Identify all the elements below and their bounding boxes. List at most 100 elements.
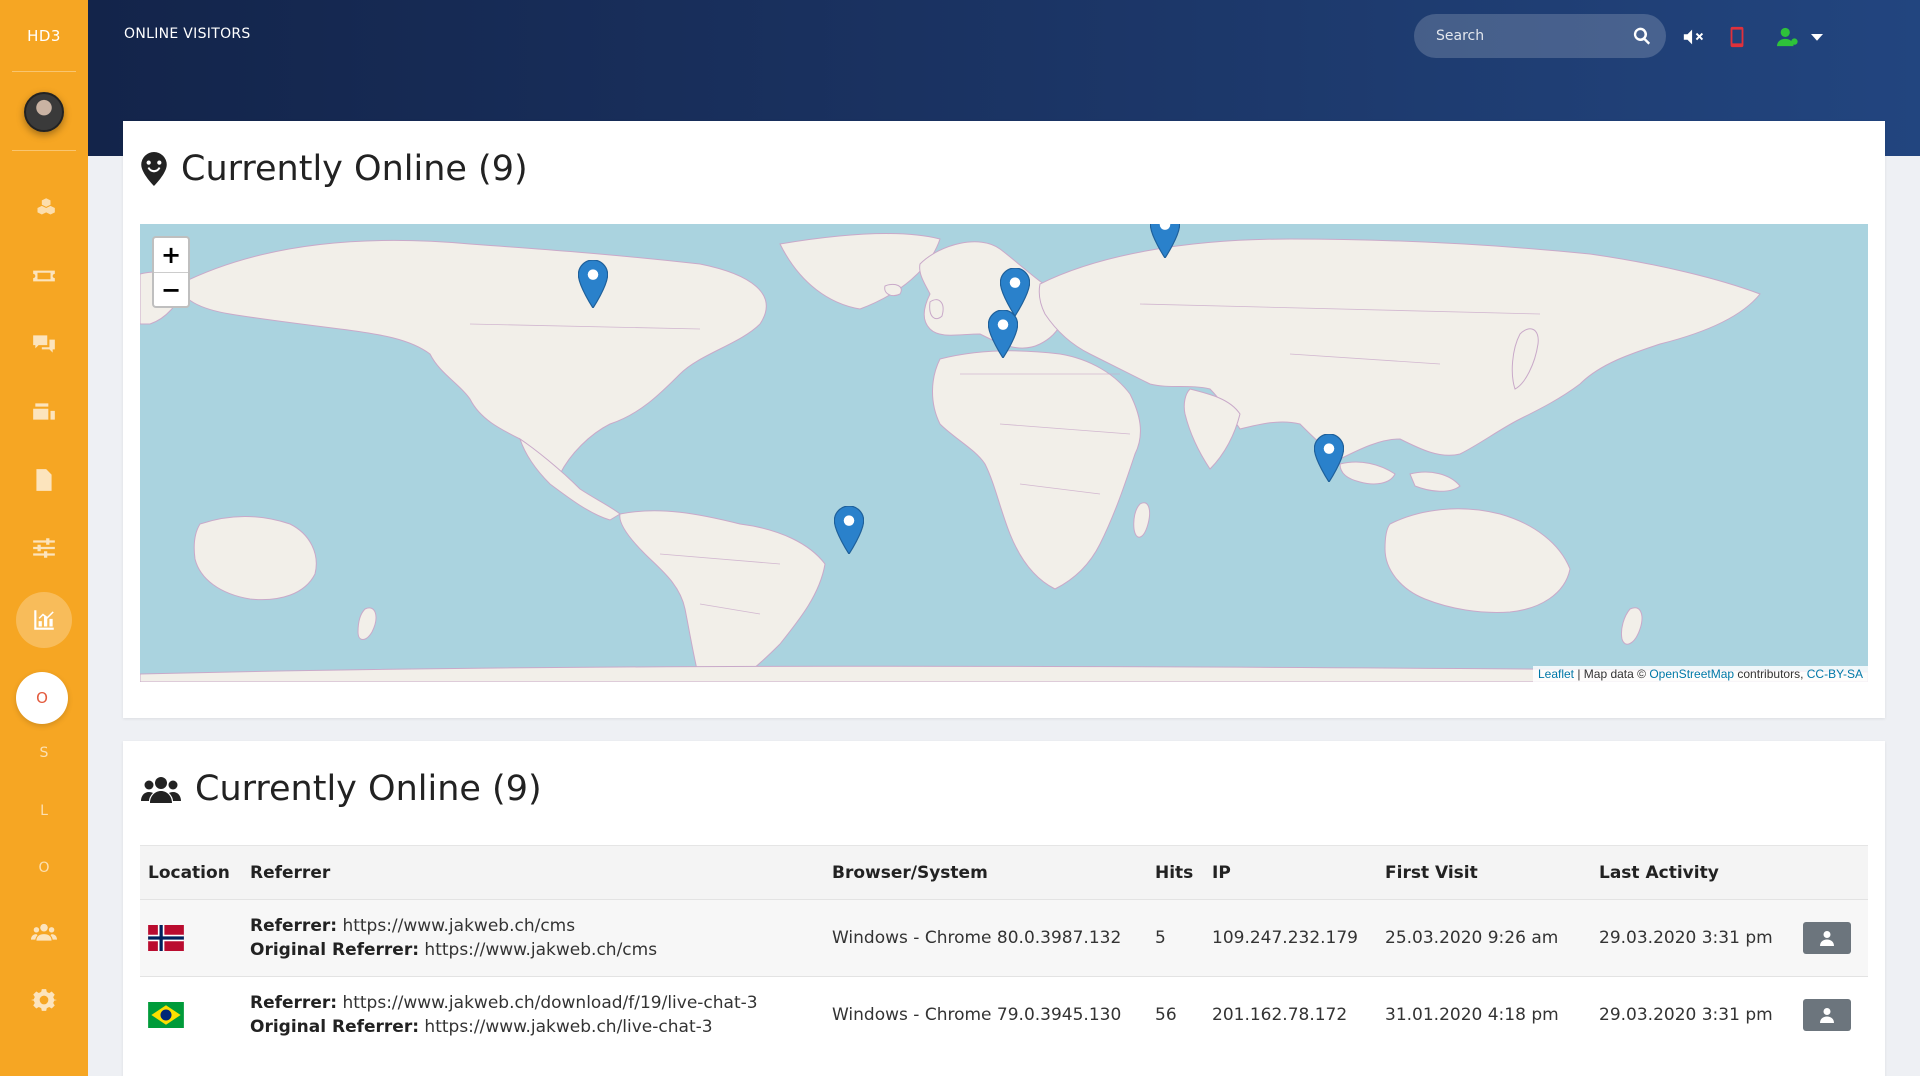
column-header-last-activity[interactable]: Last Activity bbox=[1591, 846, 1795, 900]
referrer-label: Referrer: bbox=[250, 916, 338, 936]
mute-button[interactable] bbox=[1680, 24, 1706, 50]
sidebar: HD3 O S L O bbox=[0, 0, 88, 1076]
user-online-icon bbox=[1777, 27, 1798, 47]
column-header-hits[interactable]: Hits bbox=[1147, 846, 1204, 900]
sidebar-item-dashboard[interactable] bbox=[0, 188, 88, 228]
phone-icon bbox=[1730, 26, 1744, 48]
caret-down-icon bbox=[1811, 34, 1823, 41]
hits-cell: 5 bbox=[1155, 928, 1166, 948]
first-visit-cell: 31.01.2020 4:18 pm bbox=[1385, 1005, 1559, 1026]
brazil-flag-icon bbox=[148, 1002, 184, 1029]
view-visitor-button[interactable] bbox=[1803, 999, 1851, 1032]
zoom-in-button[interactable]: + bbox=[154, 238, 188, 272]
page-title: ONLINE VISITORS bbox=[124, 26, 251, 42]
map-marker-icon[interactable] bbox=[1000, 268, 1030, 316]
last-activity-cell: 29.03.2020 3:31 pm bbox=[1599, 928, 1773, 948]
table-card-title: Currently Online (9) bbox=[141, 769, 542, 809]
map-card-title: Currently Online (9) bbox=[141, 149, 528, 189]
table-row: Referrer: https://www.jakweb.ch/cms Orig… bbox=[140, 899, 1868, 977]
referrer-url: https://www.jakweb.ch/download/f/19/live… bbox=[342, 993, 758, 1014]
original-referrer-url: https://www.jakweb.ch/cms bbox=[424, 940, 658, 960]
mute-icon bbox=[1683, 29, 1704, 45]
map-marker-icon[interactable] bbox=[834, 506, 864, 554]
sidebar-item-tickets[interactable] bbox=[0, 256, 88, 296]
cubes-icon bbox=[37, 198, 55, 215]
users-icon bbox=[31, 923, 57, 941]
norway-flag-icon bbox=[148, 925, 184, 951]
map-card: Currently Online (9) + − Leaflet | Map d… bbox=[123, 121, 1885, 718]
leaflet-link[interactable]: Leaflet bbox=[1538, 667, 1574, 681]
original-referrer-label: Original Referrer: bbox=[250, 1017, 420, 1038]
map-marker-icon[interactable] bbox=[578, 260, 608, 308]
sidebar-item-pages[interactable] bbox=[0, 460, 88, 500]
map-marker-icon[interactable] bbox=[988, 310, 1018, 358]
column-header-ip[interactable]: IP bbox=[1204, 846, 1377, 900]
original-referrer-url: https://www.jakweb.ch/live-chat-3 bbox=[424, 1017, 713, 1038]
referrer-line: Referrer: https://www.jakweb.ch/download… bbox=[250, 991, 816, 1015]
table-header-row: Location Referrer Browser/System Hits IP… bbox=[140, 845, 1868, 900]
view-visitor-button[interactable] bbox=[1803, 922, 1851, 954]
table-card-title-text: Currently Online (9) bbox=[195, 769, 542, 809]
phone-button[interactable] bbox=[1724, 24, 1750, 50]
map-marker-icon[interactable] bbox=[1314, 434, 1344, 482]
document-icon bbox=[36, 469, 52, 491]
sliders-icon bbox=[33, 538, 55, 558]
search-box[interactable] bbox=[1414, 14, 1666, 58]
first-visit-cell: 25.03.2020 9:26 am bbox=[1385, 928, 1559, 948]
column-header-browser[interactable]: Browser/System bbox=[824, 846, 1147, 900]
sidebar-letter[interactable]: O bbox=[0, 860, 88, 876]
user-icon bbox=[1820, 1008, 1834, 1024]
active-indicator bbox=[16, 592, 72, 648]
chart-icon bbox=[34, 610, 54, 630]
inbox-stack-icon bbox=[33, 403, 55, 420]
referrer-line: Referrer: https://www.jakweb.ch/cms bbox=[250, 914, 816, 938]
sidebar-letter[interactable]: S bbox=[0, 745, 88, 761]
attribution-text: | Map data © bbox=[1574, 667, 1650, 681]
map-marker-smile-icon bbox=[141, 152, 167, 186]
sidebar-item-users[interactable] bbox=[0, 912, 88, 952]
sidebar-item-settings-sliders[interactable] bbox=[0, 528, 88, 568]
sidebar-divider bbox=[12, 150, 76, 151]
map-card-title-text: Currently Online (9) bbox=[181, 149, 528, 189]
browser-cell: Windows - Chrome 79.0.3945.130 bbox=[832, 1005, 1122, 1026]
column-header-first-visit[interactable]: First Visit bbox=[1377, 846, 1591, 900]
original-referrer-label: Original Referrer: bbox=[250, 940, 420, 960]
sidebar-item-settings[interactable] bbox=[0, 980, 88, 1020]
gear-icon bbox=[31, 989, 57, 1011]
original-referrer-line: Original Referrer: https://www.jakweb.ch… bbox=[250, 938, 816, 962]
avatar[interactable] bbox=[24, 92, 64, 132]
visitors-table: Location Referrer Browser/System Hits IP… bbox=[140, 845, 1868, 1054]
table-row: Referrer: https://www.jakweb.ch/download… bbox=[140, 976, 1868, 1054]
sidebar-letter[interactable]: L bbox=[0, 803, 88, 819]
users-icon bbox=[141, 777, 181, 803]
hits-cell: 56 bbox=[1155, 1005, 1177, 1026]
map-marker-icon[interactable] bbox=[1150, 224, 1180, 258]
user-icon bbox=[1820, 931, 1834, 946]
sidebar-item-chat[interactable] bbox=[0, 324, 88, 364]
browser-cell: Windows - Chrome 80.0.3987.132 bbox=[832, 928, 1122, 948]
last-activity-cell: 29.03.2020 3:31 pm bbox=[1599, 1005, 1773, 1026]
ip-cell: 109.247.232.179 bbox=[1212, 928, 1359, 948]
original-referrer-line: Original Referrer: https://www.jakweb.ch… bbox=[250, 1015, 816, 1039]
ip-cell: 201.162.78.172 bbox=[1212, 1005, 1348, 1026]
chat-icon bbox=[33, 335, 55, 353]
visitor-map[interactable]: + − Leaflet | Map data © OpenStreetMap c… bbox=[140, 224, 1868, 682]
user-status-button[interactable] bbox=[1768, 24, 1808, 50]
sidebar-letter-active[interactable]: O bbox=[16, 672, 68, 724]
search-icon[interactable] bbox=[1632, 26, 1652, 46]
brand-logo[interactable]: HD3 bbox=[12, 0, 76, 72]
sidebar-item-inbox[interactable] bbox=[0, 392, 88, 432]
sidebar-item-statistics[interactable] bbox=[0, 592, 88, 648]
visitors-table-card: Currently Online (9) Location Referrer B… bbox=[123, 741, 1885, 1076]
column-header-referrer[interactable]: Referrer bbox=[242, 846, 824, 900]
ticket-icon bbox=[33, 270, 55, 282]
map-attribution: Leaflet | Map data © OpenStreetMap contr… bbox=[1532, 666, 1868, 682]
referrer-label: Referrer: bbox=[250, 993, 338, 1014]
license-link[interactable]: CC-BY-SA bbox=[1807, 667, 1863, 681]
column-header-location[interactable]: Location bbox=[140, 846, 242, 900]
openstreetmap-link[interactable]: OpenStreetMap bbox=[1649, 667, 1734, 681]
attribution-text: contributors, bbox=[1734, 667, 1807, 681]
user-status-dropdown[interactable] bbox=[1808, 24, 1826, 50]
search-input[interactable] bbox=[1436, 28, 1632, 44]
zoom-out-button[interactable]: − bbox=[154, 272, 188, 306]
